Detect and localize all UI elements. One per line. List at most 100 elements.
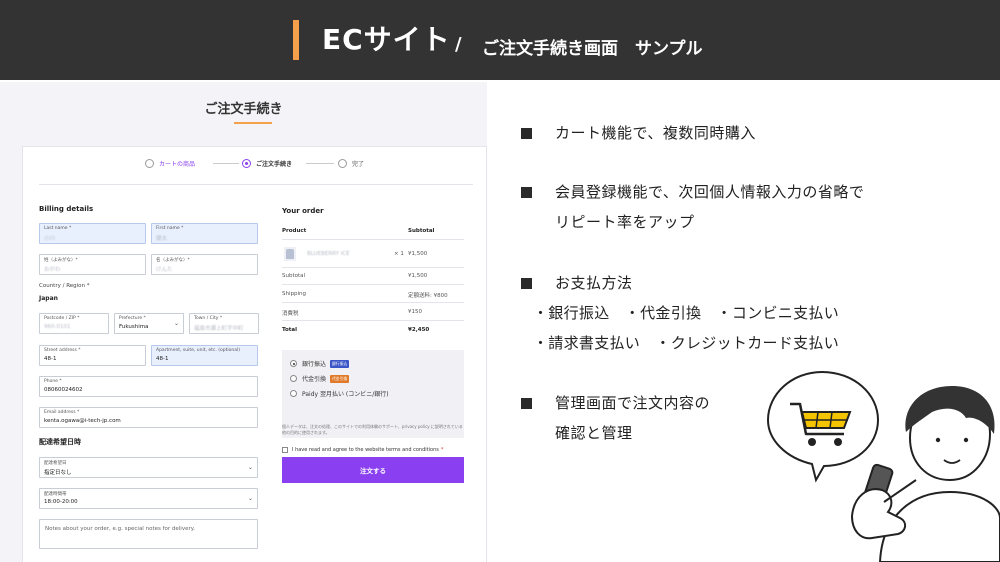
last-kana-field[interactable]: 姓（よみがな）* おがわ bbox=[39, 254, 146, 275]
field-label: Apartment, suite, unit, etc. (optional) bbox=[156, 348, 240, 353]
field-value: 指定日なし bbox=[44, 470, 72, 476]
banner-slash: / bbox=[455, 34, 462, 55]
payment-label: 銀行振込 bbox=[302, 361, 327, 368]
feature-admin-line1: 管理画面で注文内容の bbox=[555, 394, 711, 412]
delivery-time-select[interactable]: 配達時間帯 18:00-20:00 ⌄ bbox=[39, 488, 258, 509]
payment-methods-row1: ・銀行振込 ・代金引換 ・コンビニ支払い bbox=[533, 304, 840, 322]
shopping-illustration bbox=[766, 370, 1000, 562]
subtotal-label: Subtotal bbox=[282, 273, 306, 279]
row-divider bbox=[282, 239, 464, 240]
tax-label: 消費税 bbox=[282, 311, 299, 317]
step-complete: 完了 bbox=[338, 159, 364, 168]
street-field[interactable]: Street address * 48-1 bbox=[39, 345, 146, 366]
payment-methods-row2: ・請求書支払い ・クレジットカード支払い bbox=[533, 334, 840, 352]
field-label: First name * bbox=[156, 226, 184, 231]
step-label: 完了 bbox=[352, 161, 365, 168]
place-order-button[interactable]: 注文する bbox=[282, 457, 464, 483]
radio-selected[interactable] bbox=[290, 360, 297, 367]
field-value: Fukushima bbox=[119, 324, 149, 330]
product-price: ¥1,500 bbox=[408, 251, 428, 257]
field-label: Prefecture * bbox=[119, 316, 146, 321]
chevron-down-icon: ⌄ bbox=[247, 464, 253, 471]
payment-option-cod[interactable]: 代金引換 代金引換 bbox=[290, 374, 350, 383]
terms-checkbox[interactable] bbox=[282, 447, 288, 453]
field-label: Street address * bbox=[44, 348, 81, 353]
title-underline bbox=[234, 122, 272, 124]
feature-cart: カート機能で、複数同時購入 bbox=[555, 124, 756, 142]
banner-subtitle: ご注文手続き画面 サンプル bbox=[482, 39, 703, 59]
payment-label: Paidy 翌月払い (コンビニ/銀行) bbox=[302, 391, 389, 398]
field-value: 健太 bbox=[156, 236, 168, 242]
col-subtotal: Subtotal bbox=[408, 228, 435, 234]
field-label: 配達時間帯 bbox=[44, 492, 67, 497]
field-label: Postcode / ZIP * bbox=[44, 316, 80, 321]
shipping-value: 定額送料: ¥800 bbox=[408, 293, 448, 299]
field-label: 配達希望日 bbox=[44, 461, 67, 466]
product-name: BLUEBERRY ICE bbox=[307, 251, 350, 257]
step-dot bbox=[145, 159, 154, 168]
cart-bubble-icon bbox=[766, 370, 880, 483]
field-value: 18:00-20:00 bbox=[44, 499, 78, 505]
bullet-square bbox=[521, 278, 532, 289]
required-mark: * bbox=[440, 447, 444, 453]
terms-text: I have read and agree to the website ter… bbox=[292, 447, 439, 453]
tax-value: ¥150 bbox=[408, 309, 422, 315]
product-thumbnail bbox=[284, 247, 296, 261]
row-divider bbox=[282, 320, 464, 321]
step-label: カートの商品 bbox=[159, 161, 196, 168]
accent-bar bbox=[293, 20, 299, 60]
step-label: ご注文手続き bbox=[256, 161, 293, 168]
product-qty: × 1 bbox=[394, 251, 404, 257]
field-value: けんた bbox=[156, 267, 173, 273]
step-connector bbox=[213, 163, 239, 164]
delivery-date-select[interactable]: 配達希望日 指定日なし ⌄ bbox=[39, 457, 258, 478]
step-connector bbox=[306, 163, 334, 164]
apartment-field[interactable]: Apartment, suite, unit, etc. (optional) … bbox=[151, 345, 258, 366]
first-kana-field[interactable]: 名（よみがな）* けんた bbox=[151, 254, 258, 275]
bullet-square bbox=[521, 187, 532, 198]
checkout-card: カートの商品 ご注文手続き 完了 Billing details Last na… bbox=[22, 146, 487, 562]
header-banner: ECサイト / ご注文手続き画面 サンプル bbox=[0, 0, 1000, 80]
postcode-field[interactable]: Postcode / ZIP * 960-0101 bbox=[39, 313, 109, 334]
field-value: kenta.ogawa@i-tech-jp.com bbox=[44, 418, 121, 424]
chevron-down-icon: ⌄ bbox=[247, 495, 253, 502]
chevron-down-icon: ⌄ bbox=[173, 320, 179, 327]
step-cart[interactable]: カートの商品 bbox=[145, 159, 195, 168]
privacy-note: 個人データは、注文の処理、このサイトでの利用体験のサポート、privacy po… bbox=[282, 424, 463, 435]
field-value: 48-1 bbox=[44, 356, 57, 362]
textarea-placeholder: Notes about your order, e.g. special not… bbox=[45, 526, 195, 532]
subtotal-value: ¥1,500 bbox=[408, 273, 428, 279]
total-value: ¥2,450 bbox=[408, 327, 430, 333]
town-field[interactable]: Town / City * 福島市瀬上町字中町 bbox=[189, 313, 259, 334]
payment-option-paidy[interactable]: Paidy 翌月払い (コンビニ/銀行) bbox=[290, 389, 389, 398]
payment-label: 代金引換 bbox=[302, 376, 327, 383]
feature-payment: お支払方法 bbox=[555, 274, 633, 292]
field-value: おがわ bbox=[44, 267, 61, 273]
bullet-square bbox=[521, 128, 532, 139]
payment-option-bank[interactable]: 銀行振込 銀行振込 bbox=[290, 359, 350, 368]
last-name-field[interactable]: Last name * 小川 bbox=[39, 223, 146, 244]
order-notes-textarea[interactable]: Notes about your order, e.g. special not… bbox=[39, 519, 258, 549]
step-dot bbox=[338, 159, 347, 168]
step-dot bbox=[242, 159, 251, 168]
prefecture-select[interactable]: Prefecture * Fukushima ⌄ bbox=[114, 313, 184, 334]
radio-unselected[interactable] bbox=[290, 375, 297, 382]
phone-field[interactable]: Phone * 08060024602 bbox=[39, 376, 258, 397]
email-field[interactable]: Email address * kenta.ogawa@i-tech-jp.co… bbox=[39, 407, 258, 428]
billing-heading: Billing details bbox=[39, 205, 94, 213]
col-product: Product bbox=[282, 228, 307, 234]
shipping-label: Shipping bbox=[282, 291, 306, 297]
radio-unselected[interactable] bbox=[290, 390, 297, 397]
delivery-heading: 配達希望日時 bbox=[39, 438, 81, 446]
total-label: Total bbox=[282, 327, 298, 333]
bullet-square bbox=[521, 398, 532, 409]
field-label: Town / City * bbox=[194, 316, 223, 321]
terms-agree[interactable]: I have read and agree to the website ter… bbox=[282, 447, 443, 453]
product-image-shape bbox=[286, 249, 294, 259]
checkout-steps: カートの商品 ご注文手続き 完了 bbox=[23, 159, 487, 179]
field-label: Last name * bbox=[44, 226, 72, 231]
first-name-field[interactable]: First name * 健太 bbox=[151, 223, 258, 244]
field-value: 福島市瀬上町字中町 bbox=[194, 326, 244, 332]
row-divider bbox=[282, 267, 464, 268]
bank-badge: 銀行振込 bbox=[330, 359, 350, 368]
